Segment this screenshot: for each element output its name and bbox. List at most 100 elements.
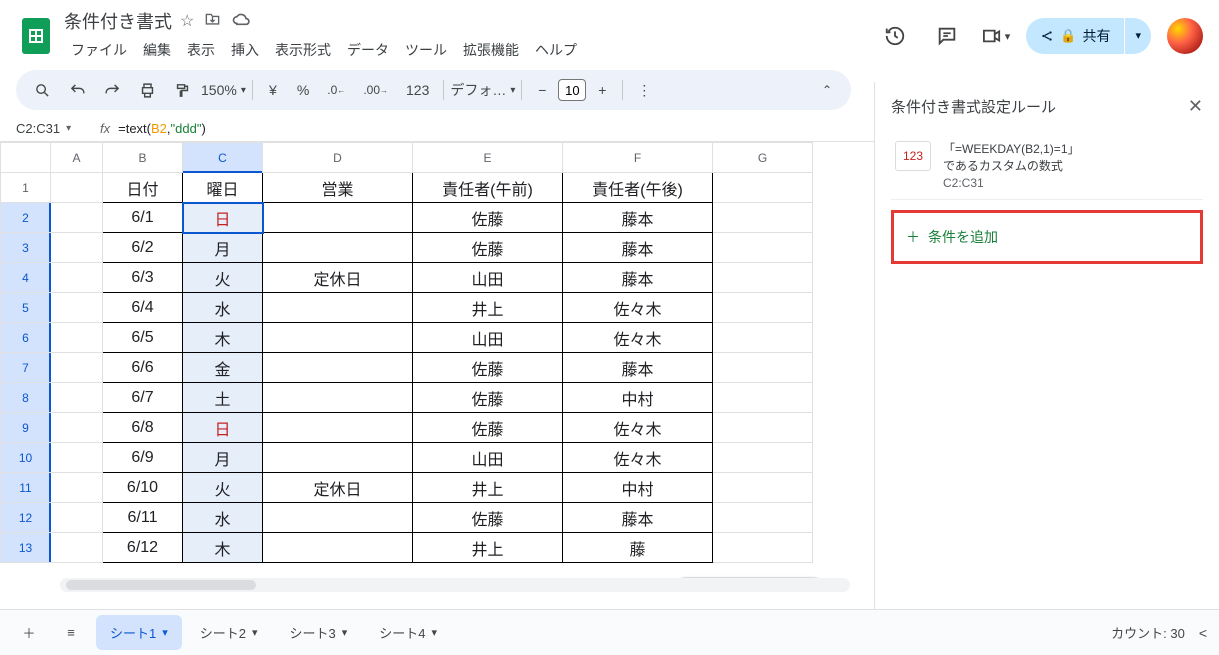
cell[interactable]: 中村 — [563, 383, 713, 413]
cell[interactable] — [713, 323, 813, 353]
cell[interactable]: 火 — [183, 473, 263, 503]
menu-item[interactable]: 編集 — [136, 36, 178, 64]
format-rule-item[interactable]: 123 「=WEEKDAY(B2,1)=1」 であるカスタムの数式 C2:C31 — [891, 133, 1203, 200]
cell[interactable] — [51, 263, 103, 293]
cell[interactable]: 曜日 — [183, 173, 263, 203]
cell[interactable] — [713, 383, 813, 413]
cell[interactable]: 佐藤 — [413, 353, 563, 383]
formula-input[interactable]: =text(B2,"ddd") — [118, 121, 206, 137]
cell[interactable] — [713, 443, 813, 473]
cell[interactable]: 6/5 — [103, 323, 183, 353]
cell[interactable]: 定休日 — [263, 263, 413, 293]
cell[interactable]: 山田 — [413, 443, 563, 473]
cell[interactable]: 水 — [183, 293, 263, 323]
cell[interactable]: 佐々木 — [563, 293, 713, 323]
row-header[interactable]: 11 — [1, 473, 51, 503]
history-icon[interactable] — [877, 18, 913, 54]
row-header[interactable]: 6 — [1, 323, 51, 353]
menu-item[interactable]: 拡張機能 — [456, 36, 526, 64]
cell[interactable] — [713, 233, 813, 263]
cell[interactable]: 井上 — [413, 473, 563, 503]
cell[interactable]: 土 — [183, 383, 263, 413]
cell[interactable]: 水 — [183, 503, 263, 533]
sidebar-close-icon[interactable]: ✕ — [1188, 96, 1203, 117]
undo-button[interactable] — [61, 76, 94, 105]
meet-icon[interactable]: ▾ — [981, 18, 1011, 54]
share-dropdown[interactable]: ▾ — [1125, 18, 1151, 54]
cell[interactable] — [713, 293, 813, 323]
cell[interactable] — [713, 533, 813, 563]
collapse-toolbar[interactable]: ⌃ — [813, 77, 841, 103]
cell[interactable]: 井上 — [413, 293, 563, 323]
cell[interactable] — [713, 173, 813, 203]
cell[interactable] — [263, 323, 413, 353]
cell[interactable]: 藤本 — [563, 203, 713, 233]
comment-icon[interactable] — [929, 18, 965, 54]
cell[interactable] — [51, 443, 103, 473]
cell[interactable] — [263, 203, 413, 233]
add-sheet-button[interactable]: ＋ — [12, 616, 46, 650]
cell[interactable] — [263, 293, 413, 323]
cell[interactable]: 佐藤 — [413, 383, 563, 413]
menu-item[interactable]: 表示 — [180, 36, 222, 64]
row-header[interactable]: 3 — [1, 233, 51, 263]
cell[interactable]: 火 — [183, 263, 263, 293]
row-header[interactable]: 8 — [1, 383, 51, 413]
cell[interactable]: 木 — [183, 323, 263, 353]
cell[interactable]: 日 — [183, 203, 263, 233]
row-header[interactable]: 13 — [1, 533, 51, 563]
cell[interactable] — [51, 503, 103, 533]
cell[interactable] — [713, 503, 813, 533]
cell[interactable]: 日 — [183, 413, 263, 443]
cell[interactable] — [713, 263, 813, 293]
cell[interactable]: 6/10 — [103, 473, 183, 503]
cell[interactable]: 6/12 — [103, 533, 183, 563]
status-count[interactable]: カウント: 30 — [1111, 623, 1185, 642]
cell[interactable]: 藤 — [563, 533, 713, 563]
cell[interactable] — [51, 233, 103, 263]
cell[interactable] — [713, 203, 813, 233]
sheet-tab[interactable]: シート4▾ — [365, 615, 451, 650]
cell[interactable]: 6/8 — [103, 413, 183, 443]
font-select[interactable]: デフォ…▾ — [450, 80, 515, 100]
cell[interactable]: 藤本 — [563, 233, 713, 263]
cell[interactable]: 佐藤 — [413, 503, 563, 533]
cell[interactable]: 佐々木 — [563, 323, 713, 353]
percent-button[interactable]: % — [289, 76, 317, 104]
cell[interactable] — [51, 203, 103, 233]
menu-item[interactable]: 挿入 — [224, 36, 266, 64]
cell[interactable] — [713, 353, 813, 383]
menu-item[interactable]: ファイル — [64, 36, 134, 64]
menu-item[interactable]: データ — [340, 36, 396, 64]
cell[interactable]: 月 — [183, 443, 263, 473]
search-icon[interactable] — [26, 76, 59, 105]
cell[interactable]: 佐藤 — [413, 233, 563, 263]
cell[interactable]: 営業 — [263, 173, 413, 203]
cell[interactable] — [51, 173, 103, 203]
explore-icon[interactable]: < — [1199, 625, 1207, 641]
menu-item[interactable]: 表示形式 — [268, 36, 338, 64]
column-header[interactable]: D — [263, 143, 413, 173]
name-box[interactable]: C2:C31▾ — [16, 121, 86, 136]
cell[interactable] — [51, 533, 103, 563]
row-header[interactable]: 5 — [1, 293, 51, 323]
row-header[interactable]: 7 — [1, 353, 51, 383]
more-tools[interactable]: ⋮ — [629, 76, 659, 105]
sheet-tab[interactable]: シート2▾ — [186, 615, 272, 650]
cell[interactable] — [263, 533, 413, 563]
cell[interactable]: 藤本 — [563, 353, 713, 383]
redo-button[interactable] — [96, 76, 129, 105]
row-header[interactable]: 10 — [1, 443, 51, 473]
fontsize-increase[interactable]: + — [588, 76, 616, 104]
cell[interactable]: 6/3 — [103, 263, 183, 293]
cell[interactable]: 藤本 — [563, 263, 713, 293]
cell[interactable] — [51, 293, 103, 323]
row-header[interactable]: 1 — [1, 173, 51, 203]
row-header[interactable]: 4 — [1, 263, 51, 293]
doc-title[interactable]: 条件付き書式 — [64, 8, 172, 34]
cell[interactable]: 金 — [183, 353, 263, 383]
cell[interactable]: 月 — [183, 233, 263, 263]
cell[interactable] — [263, 413, 413, 443]
column-header[interactable]: C — [183, 143, 263, 173]
column-header[interactable]: A — [51, 143, 103, 173]
